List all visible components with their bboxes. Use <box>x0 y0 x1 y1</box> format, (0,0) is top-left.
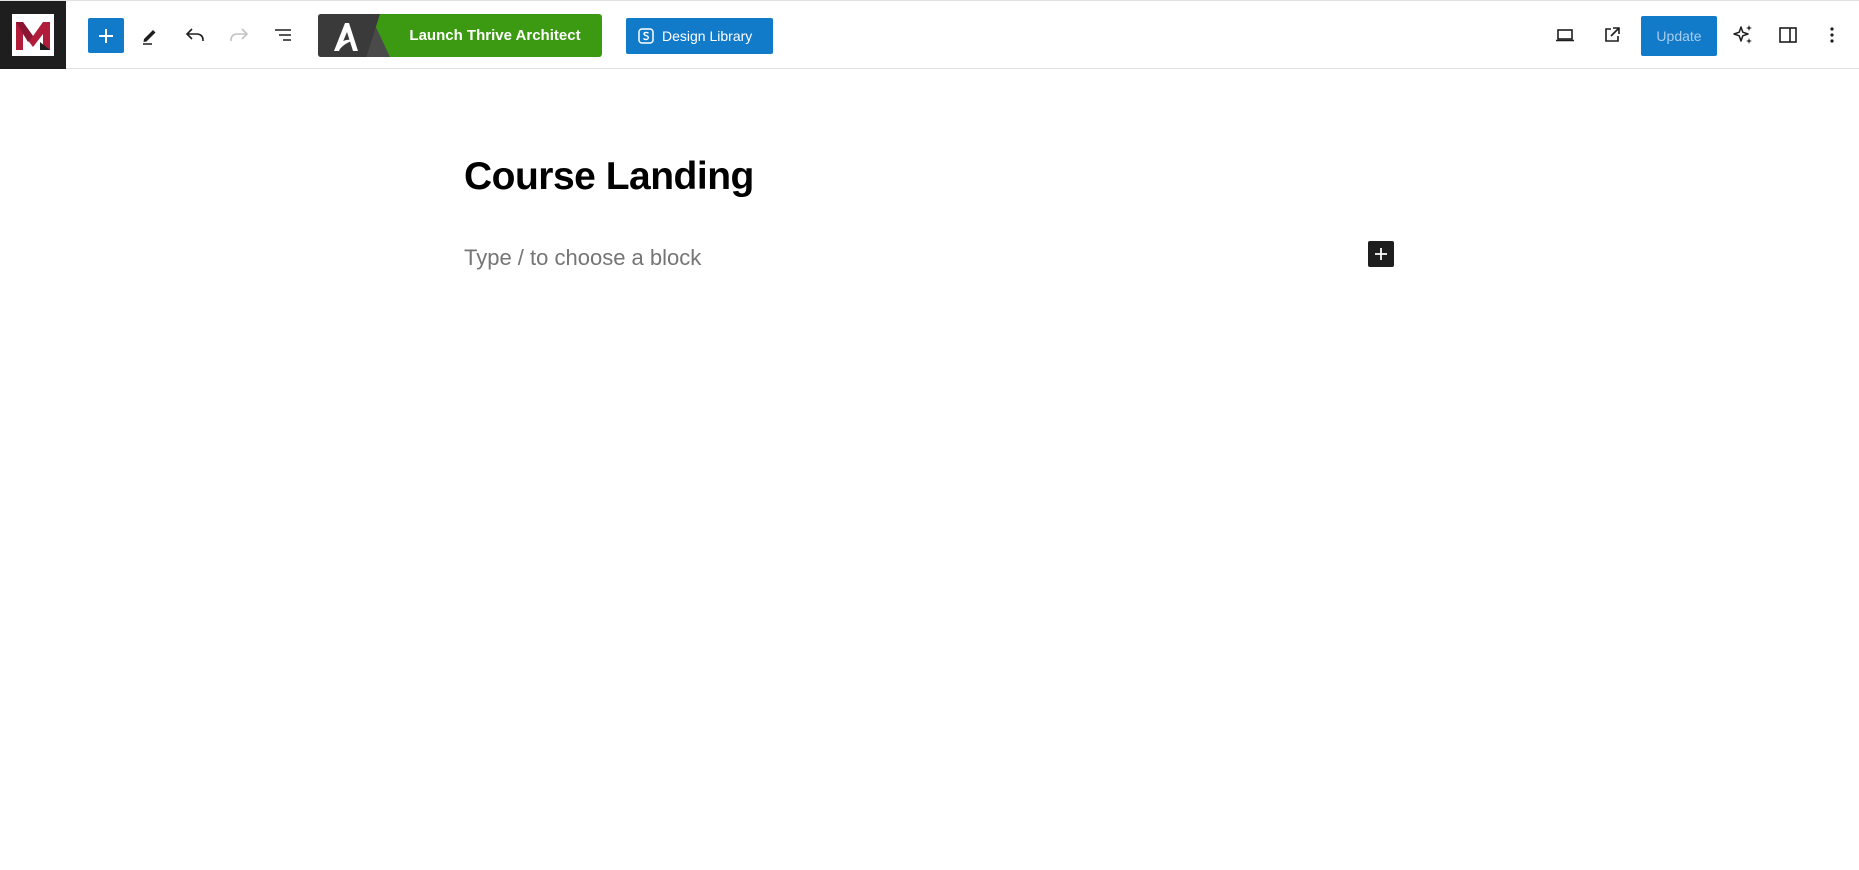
plus-icon <box>99 28 113 43</box>
redo-icon <box>230 28 249 41</box>
launch-thrive-architect-label: Launch Thrive Architect <box>409 27 581 44</box>
add-block-button[interactable] <box>1368 241 1394 267</box>
plus-icon <box>1375 248 1387 260</box>
design-library-label: Design Library <box>662 28 753 44</box>
update-button[interactable]: Update <box>1641 16 1717 56</box>
laptop-icon <box>1556 29 1574 42</box>
ai-assistant-button[interactable] <box>1725 17 1761 53</box>
editor-canvas: Course Landing Type / to choose a block <box>0 69 1859 870</box>
options-menu-button[interactable] <box>1814 17 1850 53</box>
post-title[interactable]: Course Landing <box>464 155 754 199</box>
design-library-icon <box>638 28 654 44</box>
site-logo-icon <box>12 14 54 56</box>
undo-button[interactable] <box>177 17 213 53</box>
editor-header: Launch Thrive Architect Design Library U… <box>0 0 1859 69</box>
redo-button[interactable] <box>221 17 257 53</box>
thrive-architect-logo-icon <box>334 23 358 51</box>
design-library-button[interactable]: Design Library <box>626 18 773 54</box>
sidebar-icon <box>1779 27 1797 43</box>
block-inserter-toggle[interactable] <box>88 18 124 53</box>
launch-thrive-architect-button[interactable]: Launch Thrive Architect <box>318 14 602 57</box>
list-view-icon <box>275 29 291 41</box>
settings-sidebar-button[interactable] <box>1770 17 1806 53</box>
external-link-icon <box>1605 27 1620 42</box>
pencil-icon <box>143 30 156 45</box>
tools-button[interactable] <box>132 17 168 53</box>
preview-button[interactable] <box>1547 17 1583 53</box>
site-logo-button[interactable] <box>0 1 66 69</box>
list-view-button[interactable] <box>265 17 301 53</box>
more-vertical-icon <box>1830 27 1834 43</box>
block-placeholder[interactable]: Type / to choose a block <box>464 245 701 271</box>
view-post-button[interactable] <box>1594 17 1630 53</box>
sparkles-icon <box>1733 25 1752 44</box>
undo-icon <box>185 28 204 41</box>
